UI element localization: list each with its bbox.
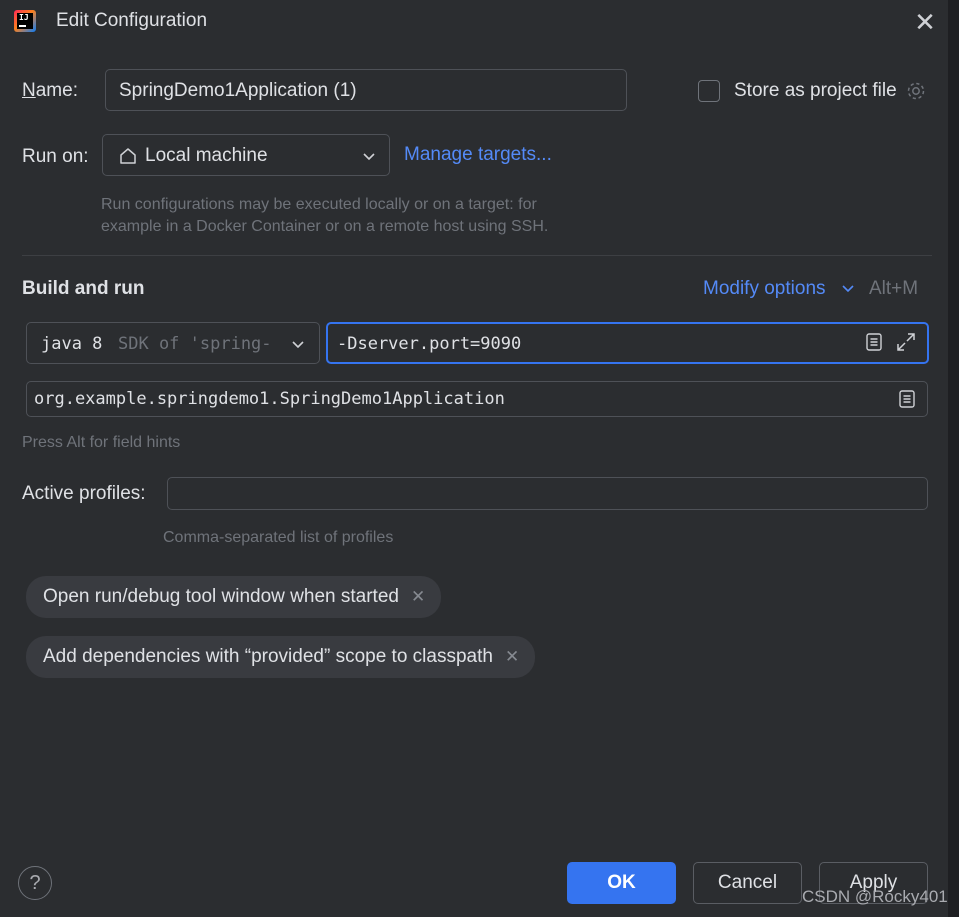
ok-button[interactable]: OK [567, 862, 676, 904]
run-on-value: Local machine [145, 145, 268, 166]
run-on-dropdown[interactable]: Local machine [102, 134, 390, 176]
chip-label: Add dependencies with “provided” scope t… [43, 646, 493, 667]
expand-icon[interactable] [895, 331, 917, 353]
main-class-field[interactable]: org.example.springdemo1.SpringDemo1Appli… [26, 381, 928, 417]
close-icon[interactable]: ✕ [411, 587, 425, 607]
option-chip-provided-scope: Add dependencies with “provided” scope t… [26, 636, 536, 678]
run-on-hint-line1: Run configurations may be executed local… [101, 196, 537, 213]
cancel-button[interactable]: Cancel [693, 862, 802, 904]
option-chip-open-tool-window: Open run/debug tool window when started … [26, 576, 442, 618]
intellij-logo-icon: IJ [14, 10, 36, 32]
jdk-dropdown[interactable]: java 8 SDK of 'spring- [26, 322, 320, 364]
store-as-project-file-label: Store as project file [734, 80, 897, 101]
jdk-value: java 8 [41, 334, 103, 354]
chip-label: Open run/debug tool window when started [43, 586, 399, 607]
help-button[interactable]: ? [18, 866, 52, 900]
active-profiles-hint: Comma-separated list of profiles [163, 529, 394, 546]
chevron-down-icon[interactable] [840, 280, 856, 296]
name-field-value: SpringDemo1Application (1) [119, 80, 357, 101]
editor-edge-strip [948, 0, 959, 917]
jdk-suffix: SDK of 'spring- [118, 334, 272, 354]
watermark: CSDN @Rocky401 [802, 887, 948, 906]
active-profiles-field[interactable] [167, 477, 928, 510]
close-icon[interactable]: ✕ [912, 8, 938, 36]
divider [22, 255, 932, 256]
chevron-down-icon [290, 336, 306, 352]
modify-options-shortcut: Alt+M [869, 278, 919, 299]
document-icon[interactable] [864, 332, 884, 352]
run-on-label: Run on: [22, 146, 89, 167]
document-icon[interactable] [897, 389, 917, 409]
run-on-hint-line2: example in a Docker Container or on a re… [101, 218, 549, 235]
manage-targets-link[interactable]: Manage targets... [404, 144, 552, 166]
vm-options-field[interactable]: -Dserver.port=9090 [326, 322, 929, 364]
build-and-run-heading: Build and run [22, 278, 145, 299]
vm-options-value: -Dserver.port=9090 [337, 334, 522, 354]
name-label: Name: [22, 80, 78, 101]
home-icon [118, 146, 138, 166]
modify-options-link[interactable]: Modify options [703, 278, 826, 300]
gear-icon[interactable] [905, 80, 927, 102]
close-icon[interactable]: ✕ [505, 647, 519, 667]
active-profiles-label: Active profiles: [22, 483, 146, 504]
main-class-value: org.example.springdemo1.SpringDemo1Appli… [34, 389, 505, 409]
window-title: Edit Configuration [56, 10, 208, 31]
field-hints-text: Press Alt for field hints [22, 434, 181, 451]
chevron-down-icon [361, 148, 377, 164]
store-as-project-file-checkbox[interactable] [698, 80, 720, 102]
name-field[interactable]: SpringDemo1Application (1) [105, 69, 627, 111]
